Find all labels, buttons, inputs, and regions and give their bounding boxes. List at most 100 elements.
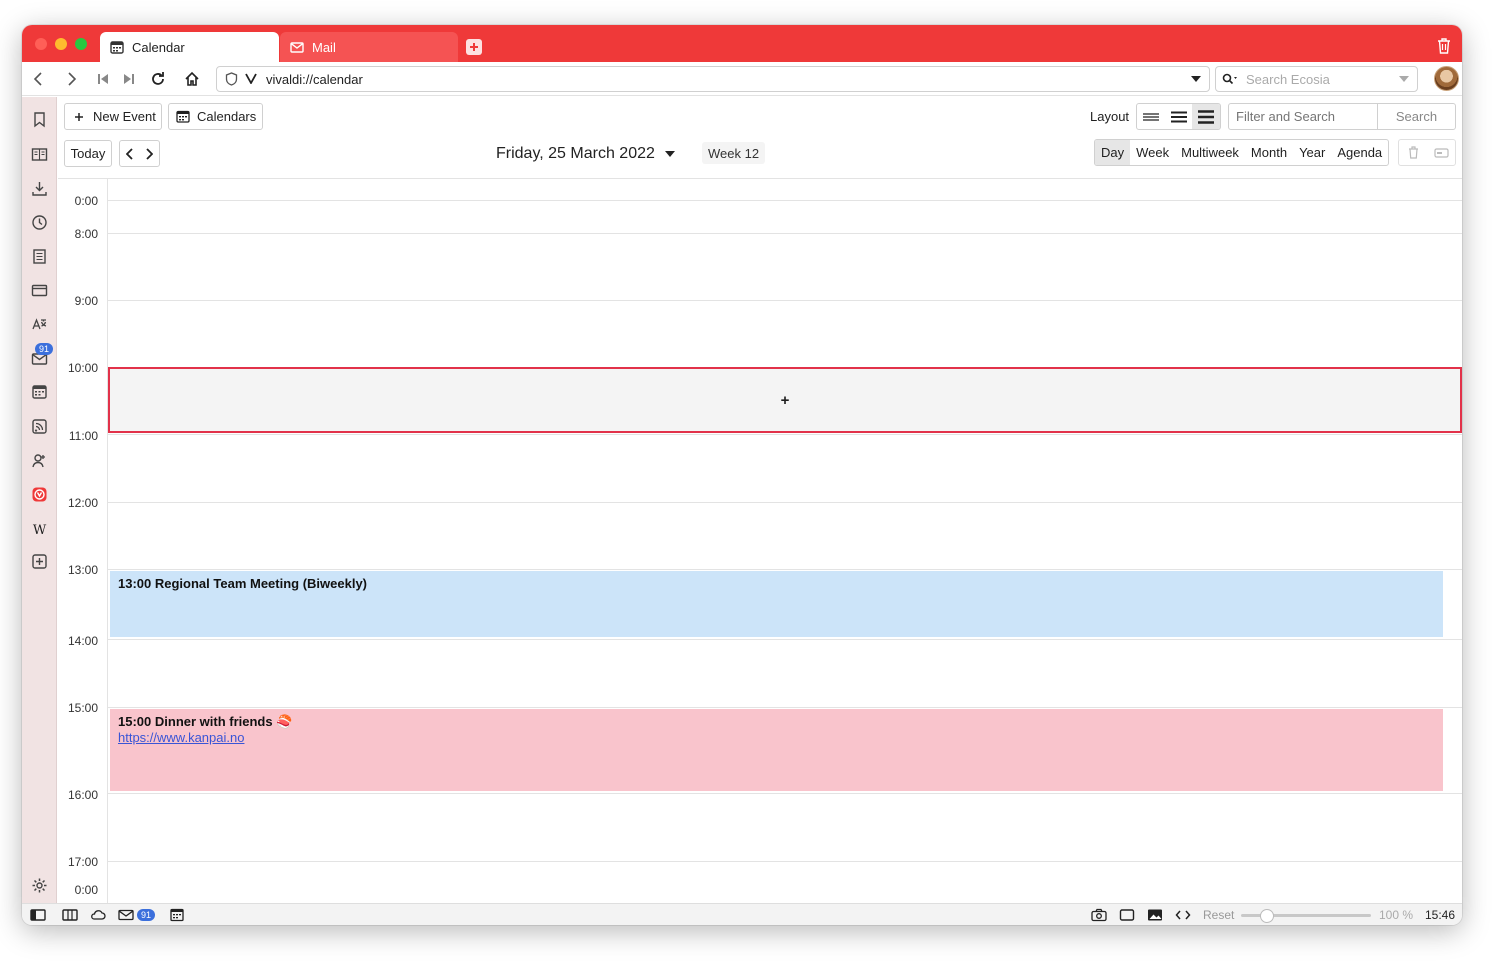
chevron-down-icon[interactable] <box>1399 76 1409 83</box>
view-month-button[interactable]: Month <box>1245 140 1293 165</box>
calendar-icon[interactable] <box>169 908 185 922</box>
maximize-window-button[interactable] <box>75 38 87 50</box>
calendar-icon <box>110 41 124 54</box>
date-picker-title[interactable]: Friday, 25 March 2022 <box>496 145 675 163</box>
back-button[interactable] <box>30 70 48 88</box>
current-date: Friday, 25 March 2022 <box>496 145 655 162</box>
bookmark-icon[interactable] <box>31 111 48 128</box>
url-field[interactable]: vivaldi://calendar <box>216 66 1210 92</box>
zoom-level: 100 % <box>1379 908 1414 922</box>
layout-label: Layout <box>1090 109 1130 124</box>
view-agenda-button[interactable]: Agenda <box>1331 140 1388 165</box>
close-window-button[interactable] <box>35 38 47 50</box>
window-panel-icon[interactable] <box>31 282 48 299</box>
translate-icon[interactable] <box>31 316 48 333</box>
feed-icon[interactable] <box>31 418 48 435</box>
wikipedia-icon[interactable]: W <box>31 521 48 538</box>
calendars-button[interactable]: Calendars <box>168 103 263 130</box>
new-event-label: New Event <box>93 109 156 124</box>
event-regional-team-meeting[interactable]: 13:00 Regional Team Meeting (Biweekly) <box>110 571 1443 637</box>
zoom-reset-button[interactable]: Reset <box>1203 908 1234 922</box>
contacts-icon[interactable] <box>31 452 48 469</box>
window-icon[interactable] <box>1119 908 1135 922</box>
minimize-window-button[interactable] <box>55 38 67 50</box>
profile-avatar[interactable] <box>1434 66 1459 91</box>
rewind-button[interactable] <box>94 70 112 88</box>
home-icon <box>185 71 199 86</box>
trash-icon[interactable] <box>1436 37 1452 55</box>
download-icon[interactable] <box>31 180 48 197</box>
zoom-slider-thumb[interactable] <box>1260 909 1274 923</box>
view-multiweek-button[interactable]: Multiweek <box>1175 140 1245 165</box>
event-link[interactable]: https://www.kanpai.no <box>118 730 244 745</box>
hour-line <box>108 707 1462 708</box>
camera-icon[interactable] <box>1091 908 1107 922</box>
mail-icon[interactable] <box>118 908 134 922</box>
calendar-main: New Event Calendars Layout Search Today … <box>58 97 1462 904</box>
day-time-grid[interactable]: 0:00 8:00 9:00 10:00 11:00 12:00 13:00 1… <box>58 178 1462 904</box>
hour-label: 17:00 <box>67 855 98 869</box>
event-title: Dinner with friends 🍣 <box>154 714 293 729</box>
calendar-icon <box>176 110 190 123</box>
today-button[interactable]: Today <box>64 140 112 167</box>
zoom-slider[interactable] <box>1241 909 1371 923</box>
delete-event-button[interactable] <box>1399 146 1427 159</box>
clock: 15:46 <box>1425 908 1456 922</box>
cloud-sync-icon[interactable] <box>90 908 106 922</box>
new-tab-button[interactable] <box>466 39 482 55</box>
layout-large-button[interactable] <box>1192 104 1220 129</box>
layout-medium-button[interactable] <box>1165 104 1193 129</box>
image-icon[interactable] <box>1147 908 1163 922</box>
hour-line <box>108 569 1462 570</box>
hour-line <box>108 639 1462 640</box>
next-button[interactable] <box>140 147 160 160</box>
new-event-slot[interactable]: + <box>108 367 1462 433</box>
layout-compact-button[interactable] <box>1137 104 1165 129</box>
chevron-down-icon[interactable] <box>1191 76 1201 83</box>
new-event-button[interactable]: New Event <box>64 103 162 130</box>
add-panel-icon[interactable] <box>31 553 48 570</box>
view-year-button[interactable]: Year <box>1293 140 1331 165</box>
lines-medium-icon <box>1170 111 1187 122</box>
tab-calendar[interactable]: Calendar <box>100 32 279 62</box>
mail-unread-badge: 91 <box>137 909 156 921</box>
trash-icon <box>1408 146 1418 159</box>
fast-forward-button[interactable] <box>120 70 138 88</box>
chevron-down-icon <box>664 150 675 157</box>
address-bar: vivaldi://calendar Search Ecosia <box>22 62 1462 96</box>
shield-icon[interactable] <box>225 72 238 86</box>
code-icon[interactable] <box>1175 908 1191 922</box>
filter-search-input[interactable] <box>1229 104 1377 129</box>
chevron-left-icon <box>125 147 133 160</box>
search-button[interactable]: Search <box>1377 104 1455 129</box>
previous-button[interactable] <box>120 147 140 160</box>
calendars-label: Calendars <box>197 109 257 124</box>
side-panel: 91 W <box>22 97 57 903</box>
mail-unread-badge: 91 <box>35 343 54 355</box>
tab-mail[interactable]: Mail <box>280 32 458 62</box>
settings-gear-icon[interactable] <box>31 877 48 894</box>
event-actions-group <box>1398 139 1456 166</box>
event-title-line: 15:00 Dinner with friends 🍣 <box>118 714 1435 730</box>
reading-list-icon[interactable] <box>31 146 48 163</box>
calendar-icon[interactable] <box>31 383 48 400</box>
search-engine-field[interactable]: Search Ecosia <box>1215 66 1418 92</box>
hour-line <box>108 793 1462 794</box>
lines-compact-icon <box>1142 112 1159 121</box>
home-button[interactable] <box>183 70 201 88</box>
tab-label: Mail <box>312 39 336 55</box>
reload-button[interactable] <box>149 70 167 88</box>
event-dinner-with-friends[interactable]: 15:00 Dinner with friends 🍣 https://www.… <box>110 709 1443 791</box>
forward-button[interactable] <box>62 70 80 88</box>
notes-icon[interactable] <box>31 248 48 265</box>
toggle-event-button[interactable] <box>1427 147 1455 158</box>
hour-label: 11:00 <box>68 429 98 443</box>
panel-toggle-icon[interactable] <box>30 908 46 922</box>
view-day-button[interactable]: Day <box>1095 140 1131 165</box>
hour-label: 13:00 <box>67 563 98 577</box>
vivaldi-logo-icon[interactable] <box>31 486 48 503</box>
event-title: Regional Team Meeting (Biweekly) <box>154 576 368 591</box>
tile-tabs-icon[interactable] <box>62 908 78 922</box>
view-week-button[interactable]: Week <box>1130 140 1175 165</box>
history-icon[interactable] <box>31 214 48 231</box>
